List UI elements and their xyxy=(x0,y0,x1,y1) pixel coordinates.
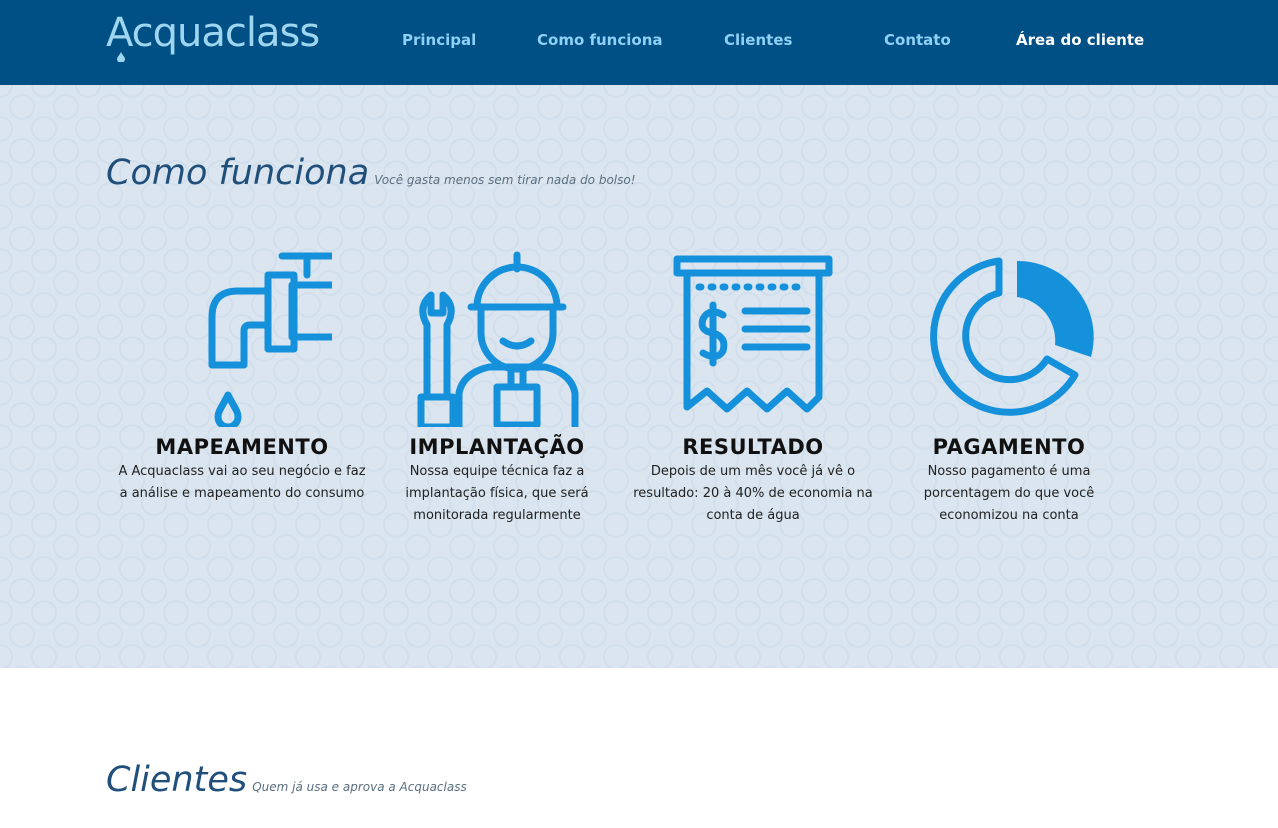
nav-contato[interactable]: Contato xyxy=(884,31,951,49)
step-title: MAPEAMENTO xyxy=(155,435,329,459)
step-implantacao: IMPLANTAÇÃO Nossa equipe técnica faz a i… xyxy=(372,247,622,527)
step-mapeamento: MAPEAMENTO A Acquaclass vai ao seu negóc… xyxy=(117,247,367,505)
clients-section: Clientes Quem já usa e aprova a Acquacla… xyxy=(0,668,1278,828)
step-pagamento: PAGAMENTO Nosso pagamento é uma porcenta… xyxy=(884,247,1134,527)
receipt-icon xyxy=(673,255,833,413)
how-it-works-section: Como funciona Você gasta menos sem tirar… xyxy=(0,85,1278,668)
section-heading: Clientes Quem já usa e aprova a Acquacla… xyxy=(106,760,467,800)
nav-como-funciona[interactable]: Como funciona xyxy=(537,31,663,49)
step-text: Nosso pagamento é uma porcentagem do que… xyxy=(923,464,1095,523)
step-title: IMPLANTAÇÃO xyxy=(409,435,585,459)
technician-icon xyxy=(417,251,579,427)
faucet-icon xyxy=(208,252,332,427)
logo-drop-icon xyxy=(117,52,125,62)
step-text: A Acquaclass vai ao seu negócio e faz a … xyxy=(118,464,366,501)
step-title: RESULTADO xyxy=(682,435,824,459)
step-resultado: RESULTADO Depois de um mês você já vê o … xyxy=(628,247,878,527)
section-title: Como funciona xyxy=(106,153,370,193)
logo[interactable]: Acquaclass xyxy=(106,10,320,56)
step-title: PAGAMENTO xyxy=(932,435,1086,459)
pie-chart-icon xyxy=(930,257,1094,416)
section-subtitle: Você gasta menos sem tirar nada do bolso… xyxy=(374,173,636,187)
step-text: Depois de um mês você já vê o resultado:… xyxy=(633,464,873,523)
nav-client-area[interactable]: Área do cliente xyxy=(1016,31,1144,49)
section-heading: Como funciona Você gasta menos sem tirar… xyxy=(106,153,636,193)
nav-principal[interactable]: Principal xyxy=(402,31,476,49)
site-header: Acquaclass Principal Como funciona Clien… xyxy=(0,0,1278,85)
section-subtitle: Quem já usa e aprova a Acquaclass xyxy=(252,780,467,794)
nav-clientes[interactable]: Clientes xyxy=(724,31,792,49)
section-title: Clientes xyxy=(106,760,248,800)
step-text: Nossa equipe técnica faz a implantação f… xyxy=(405,464,589,523)
